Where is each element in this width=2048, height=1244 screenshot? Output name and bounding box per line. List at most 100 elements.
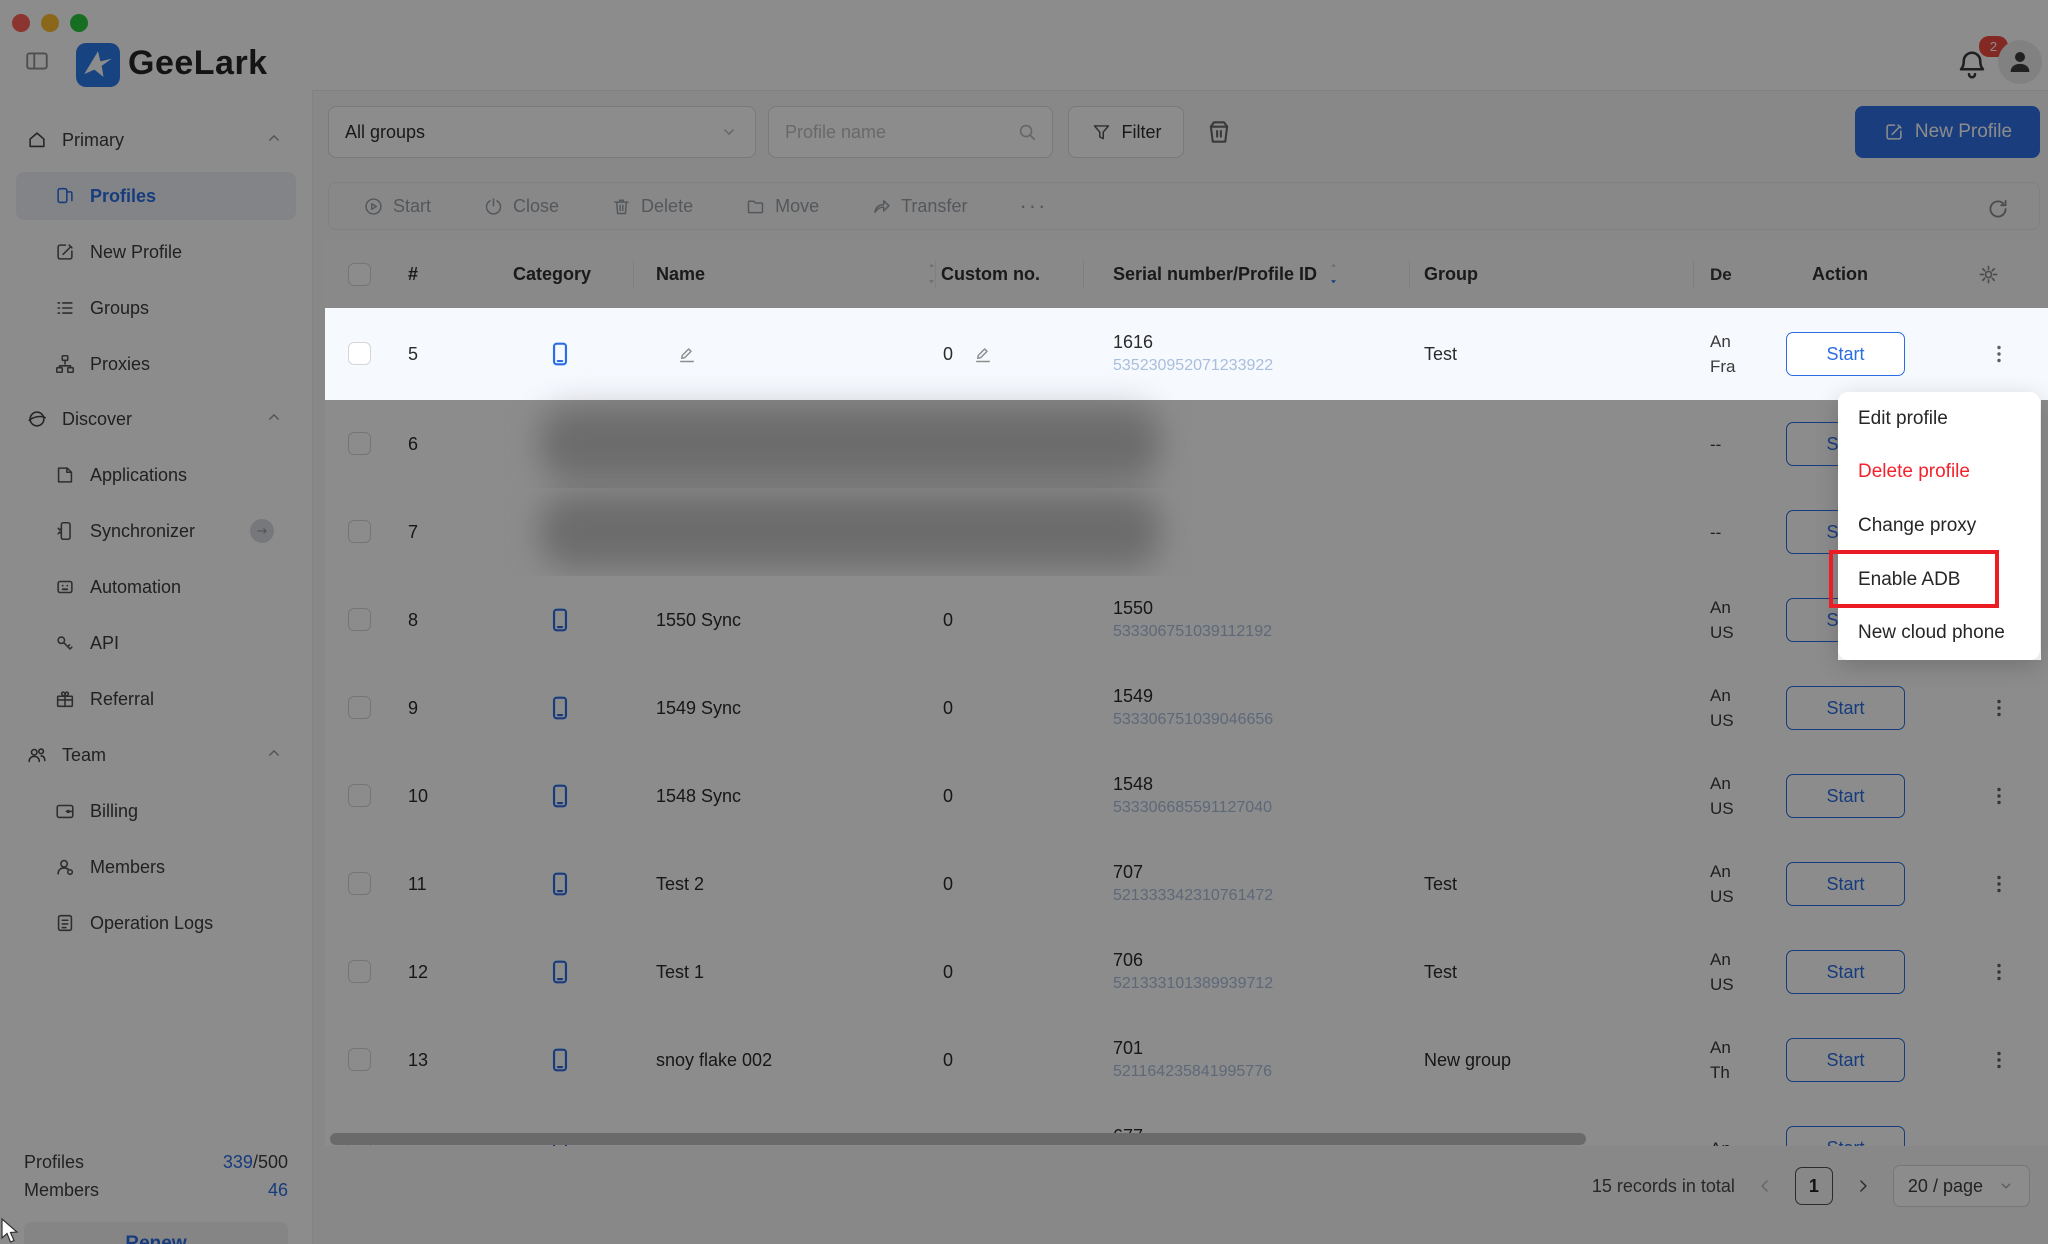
column-name: Name xyxy=(656,240,938,308)
start-action-button[interactable]: Start xyxy=(363,196,431,217)
start-button[interactable]: Start xyxy=(1786,774,1905,818)
row-menu-icon[interactable] xyxy=(1987,308,2011,400)
sidebar-item-automation[interactable]: Automation xyxy=(16,563,296,611)
refresh-icon[interactable] xyxy=(1985,196,2011,222)
profile-id: 521333342310761472 xyxy=(1113,884,1273,908)
column-group: Group xyxy=(1424,240,1478,308)
window-zoom-button[interactable] xyxy=(70,14,88,32)
more-actions-button[interactable]: ··· xyxy=(1019,193,1047,219)
horizontal-scrollbar[interactable] xyxy=(330,1133,1586,1145)
window-close-button[interactable] xyxy=(12,14,30,32)
close-action-button[interactable]: Close xyxy=(483,196,559,217)
row-index: 11 xyxy=(408,840,427,928)
search-input[interactable] xyxy=(783,121,987,144)
table-row[interactable]: 11Test 20 707521333342310761472TestAnUSS… xyxy=(325,840,2048,929)
sidebar-item-api[interactable]: API xyxy=(16,619,296,667)
new-profile-button[interactable]: New Profile xyxy=(1855,106,2040,158)
menu-item-delete-profile[interactable]: Delete profile xyxy=(1838,446,2040,500)
menu-item-change-proxy[interactable]: Change proxy xyxy=(1838,499,2040,553)
profiles-icon xyxy=(54,185,76,207)
row-checkbox[interactable] xyxy=(348,520,371,543)
table-row[interactable]: 101548 Sync0 1548533306685591127040AnUSS… xyxy=(325,752,2048,841)
sidebar-item-operation-logs[interactable]: Operation Logs xyxy=(16,899,296,947)
start-button[interactable]: Start xyxy=(1786,332,1905,376)
row-checkbox[interactable] xyxy=(348,608,371,631)
next-page-button[interactable] xyxy=(1853,1176,1873,1196)
sidebar-group-discover[interactable]: Discover xyxy=(16,395,296,443)
sidebar-item-new-profile[interactable]: New Profile xyxy=(16,228,296,276)
start-button[interactable]: Start xyxy=(1786,1038,1905,1082)
table-row[interactable]: 13snoy flake 0020 701521164235841995776N… xyxy=(325,1016,2048,1105)
group-filter-select[interactable]: All groups xyxy=(328,106,756,158)
row-menu-icon[interactable] xyxy=(1987,664,2011,752)
select-all-checkbox[interactable] xyxy=(348,263,371,286)
start-button[interactable]: Start xyxy=(1786,1126,1905,1146)
device-info: -- xyxy=(1710,520,1736,545)
delete-action-button[interactable]: Delete xyxy=(611,196,693,217)
row-menu-icon[interactable] xyxy=(1987,1016,2011,1104)
clear-basket-icon[interactable] xyxy=(1204,116,1234,146)
row-checkbox[interactable] xyxy=(348,872,371,895)
table-row[interactable]: 12Test 10 706521333101389939712TestAnUSS… xyxy=(325,928,2048,1017)
gear-icon xyxy=(1977,263,2000,286)
sort-control[interactable] xyxy=(1327,257,1340,292)
sidebar-item-applications[interactable]: Applications xyxy=(16,451,296,499)
table-row[interactable]: 6--Start xyxy=(325,400,2048,489)
sidebar-item-referral[interactable]: Referral xyxy=(16,675,296,723)
play-icon xyxy=(363,196,384,217)
profile-id: 521164235841995776 xyxy=(1113,1060,1272,1084)
column-device: De xyxy=(1710,240,1736,308)
sort-control[interactable] xyxy=(925,257,938,292)
column-settings-gear[interactable] xyxy=(1977,240,2000,308)
sidebar-item-members[interactable]: Members xyxy=(16,843,296,891)
table-row[interactable]: 91549 Sync0 1549533306751039046656AnUSSt… xyxy=(325,664,2048,753)
start-button[interactable]: Start xyxy=(1786,862,1905,906)
phone-icon xyxy=(547,1047,573,1073)
window-minimize-button[interactable] xyxy=(41,14,59,32)
column-action: Action xyxy=(1812,240,1868,308)
start-button[interactable]: Start xyxy=(1786,950,1905,994)
move-action-button[interactable]: Move xyxy=(745,196,819,217)
profile-name-search[interactable] xyxy=(768,106,1053,158)
sidebar-item-proxies[interactable]: Proxies xyxy=(16,340,296,388)
table-row[interactable]: 81550 Sync0 1550533306751039112192AnUSSt… xyxy=(325,576,2048,665)
sidebar-item-synchronizer[interactable]: Synchronizer xyxy=(16,507,296,555)
renew-button[interactable]: Renew xyxy=(24,1222,288,1244)
row-checkbox[interactable] xyxy=(348,960,371,983)
profile-name: Test 2 xyxy=(656,840,704,928)
page-size-select[interactable]: 20 / page xyxy=(1893,1165,2030,1207)
transfer-action-button[interactable]: Transfer xyxy=(871,196,967,217)
row-checkbox[interactable] xyxy=(348,1048,371,1071)
row-checkbox[interactable] xyxy=(348,342,371,365)
row-checkbox[interactable] xyxy=(348,696,371,719)
sidebar-item-groups[interactable]: Groups xyxy=(16,284,296,332)
profile-id: 533306685591127040 xyxy=(1113,796,1272,820)
row-checkbox[interactable] xyxy=(348,784,371,807)
table-row[interactable]: 50 1616535230952071233922TestAnFraStart xyxy=(325,308,2048,401)
user-avatar[interactable] xyxy=(1998,40,2042,84)
row-menu-icon[interactable] xyxy=(1987,752,2011,840)
prev-page-button[interactable] xyxy=(1755,1176,1775,1196)
current-page[interactable]: 1 xyxy=(1795,1167,1833,1205)
column-custom-no: Custom no. xyxy=(941,240,1040,308)
sort-caret-down-icon xyxy=(1327,274,1340,287)
row-menu-icon[interactable] xyxy=(1987,928,2011,1016)
row-index: 13 xyxy=(408,1016,428,1104)
sidebar-group-primary[interactable]: Primary xyxy=(16,116,296,164)
row-index: 9 xyxy=(408,664,418,752)
row-menu-icon[interactable] xyxy=(1987,840,2011,928)
table-row[interactable]: 7--Start xyxy=(325,488,2048,577)
sidebar-group-team[interactable]: Team xyxy=(16,731,296,779)
filter-button[interactable]: Filter xyxy=(1068,106,1184,158)
menu-item-edit-profile[interactable]: Edit profile xyxy=(1838,392,2040,446)
menu-item-new-cloud-phone[interactable]: New cloud phone xyxy=(1838,606,2040,660)
start-button[interactable]: Start xyxy=(1786,686,1905,730)
row-checkbox[interactable] xyxy=(348,432,371,455)
edit-custom-no-icon[interactable] xyxy=(973,308,993,400)
edit-name-icon[interactable] xyxy=(677,308,697,400)
sidebar-item-profiles[interactable]: Profiles xyxy=(16,172,296,220)
sidebar-item-billing[interactable]: Billing xyxy=(16,787,296,835)
sidebar-toggle-icon[interactable] xyxy=(24,48,50,74)
category-phone-icon xyxy=(547,576,573,664)
api-icon xyxy=(54,632,76,654)
